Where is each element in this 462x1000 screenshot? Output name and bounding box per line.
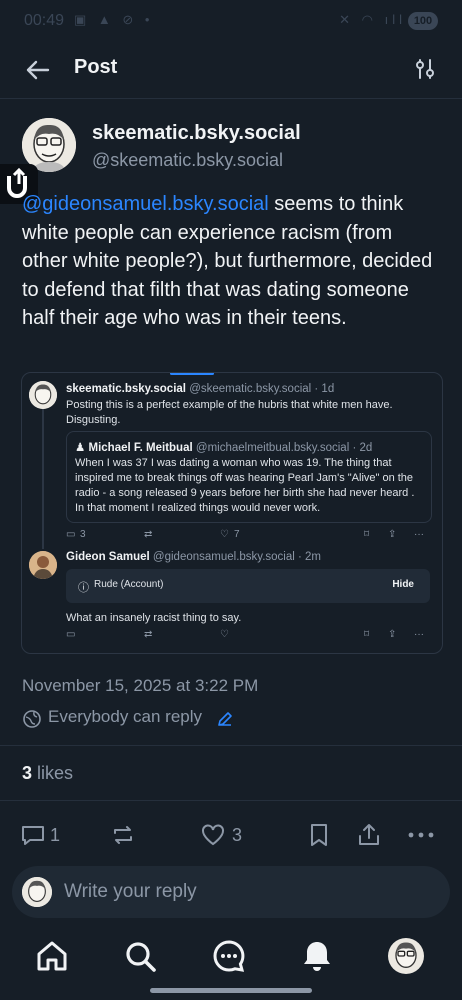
avatar [22,877,52,907]
likes-summary[interactable]: 3 likes [22,763,73,784]
share-icon: ⇪ [388,529,397,540]
likes-count: 3 [22,763,33,783]
nav-home[interactable] [34,938,70,974]
embed-quote-meta: @michaelmeitbual.bsky.social · 2d [195,442,373,454]
embed-second-header: Gideon Samuel @gideonsamuel.bsky.social … [66,551,321,563]
reply-setting-label: Everybody can reply [48,707,203,726]
avatar-image [29,551,57,579]
embed-first-reply-count: 3 [80,529,86,540]
nav-notifications[interactable] [299,938,335,974]
embedded-image[interactable]: skeematic.bsky.social @skeematic.bsky.so… [21,372,443,654]
like-button[interactable]: 3 [200,822,248,850]
heart-icon: ♡ [220,629,229,640]
share-icon [359,824,379,845]
repost-icon [114,826,132,844]
embed-quote-name: Michael F. Meitbual [88,442,193,454]
back-button[interactable] [20,52,56,88]
repost-button[interactable] [110,822,138,850]
hide-button: Hide [392,579,414,590]
reply-composer[interactable]: Write your reply [12,866,450,918]
heart-icon: ♡ [220,529,229,540]
repost-icon: ⇄ [144,629,153,640]
share-icon: ⇪ [388,629,397,640]
nav-search[interactable] [122,938,158,974]
globe-icon [23,710,41,728]
embed-second-actions: ▭ ⇄ ♡ ⌑ ⇪ ··· [66,629,430,645]
info-icon: ⓘ [78,582,89,594]
bookmark-button[interactable] [306,822,334,850]
comment-icon [22,826,44,845]
divider [0,745,462,746]
status-notification-icons: ▣ ▲ ⊘ • [74,12,154,27]
mention-link[interactable]: @gideonsamuel.bsky.social [22,193,269,215]
chat-icon [213,940,245,972]
embed-quote: ♟ Michael F. Meitbual @michaelmeitbual.b… [66,431,432,523]
post-author: skeematic.bsky.social @skeematic.bsky.so… [22,118,442,178]
embed-quote-header: ♟ Michael F. Meitbual @michaelmeitbual.b… [75,440,372,454]
embed-first-meta: @skeematic.bsky.social · 1d [189,383,335,395]
nav-chat[interactable] [211,938,247,974]
embed-accent [170,373,214,375]
reply-button[interactable]: 1 [20,822,64,850]
avatar-image [388,938,424,974]
pencil-icon [218,712,232,726]
warning-label: Rude (Account) [94,579,164,590]
search-icon [126,942,156,972]
arrow-left-icon [26,60,50,80]
more-icon: ··· [414,629,424,640]
more-button[interactable] [406,822,436,850]
status-bar: 00:49 ▣ ▲ ⊘ • ✕ ◠ ıll 100 [0,0,462,44]
avatar [29,551,57,579]
share-button[interactable] [356,822,384,850]
likes-label: likes [37,763,74,783]
post-date: November 15, 2025 at 3:22 PM [22,676,259,695]
thread-line [42,407,44,549]
reply-icon: ▭ [66,629,76,640]
more-icon [408,832,434,838]
embed-first-text: Posting this is a perfect example of the… [66,399,393,426]
battery-icon: 100 [408,12,438,30]
embed-first-header: skeematic.bsky.social @skeematic.bsky.so… [66,383,334,395]
embed-first-actions: ▭ 3 ⇄ ♡ 7 ⌑ ⇪ ··· [66,529,430,545]
thread-settings-button[interactable] [410,54,440,84]
bell-icon [304,942,330,971]
author-display-name[interactable]: skeematic.bsky.social [92,122,301,145]
embed-first-name: skeematic.bsky.social [66,383,186,395]
heart-icon [202,824,224,846]
repost-icon: ⇄ [144,529,153,540]
author-handle[interactable]: @skeematic.bsky.social [92,150,283,171]
reply-count: 1 [50,825,61,845]
divider [0,800,462,801]
home-indicator[interactable] [150,988,312,993]
embed-quote-text: When I was 37 I was dating a woman who w… [75,457,415,514]
avatar-image [22,877,52,907]
reply-placeholder: Write your reply [64,881,197,902]
people-icon: ♟ [75,442,86,454]
embed-second-text: What an insanely racist thing to say. [66,612,242,624]
bookmark-icon: ⌑ [364,529,370,540]
reply-icon: ▭ [66,529,76,540]
header: Post [0,44,462,99]
more-icon: ··· [414,529,424,540]
nav-profile[interactable] [388,938,424,974]
status-signal-icons: ✕ ◠ ıll [339,12,406,27]
content-warning: ⓘ Rude (Account) Hide [66,569,430,603]
home-icon [37,941,67,971]
post-actions: 1 3 [0,818,462,852]
like-count: 3 [232,825,243,845]
embed-second-name: Gideon Samuel [66,551,150,563]
embed-second-meta: @gideonsamuel.bsky.social · 2m [152,551,321,563]
status-time: 00:49 [24,12,65,29]
avatar [29,381,57,409]
avatar-image [29,381,57,409]
page-title: Post [74,56,118,78]
post-text: @gideonsamuel.bsky.social seems to think… [22,190,442,333]
bookmark-icon [311,824,327,846]
sliders-icon [416,59,434,79]
embed-first-like-count: 7 [234,529,240,540]
bookmark-icon: ⌑ [364,629,370,640]
